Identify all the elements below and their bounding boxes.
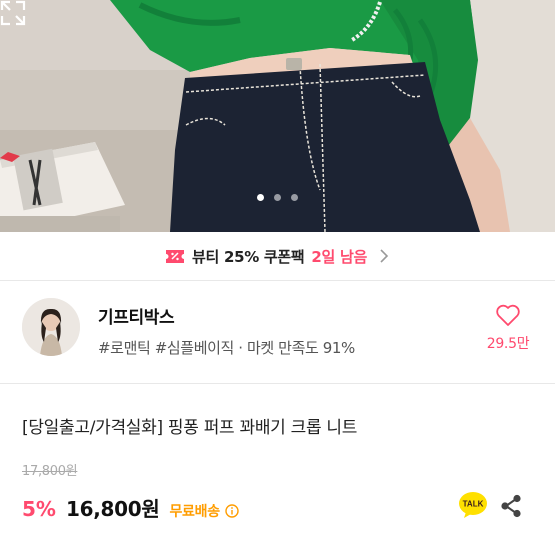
coupon-ticket-icon: [166, 249, 185, 263]
product-title: [당일출고/가격실화] 핑퐁 퍼프 꽈배기 크롭 니트: [22, 418, 358, 438]
kakaotalk-icon: TALK: [459, 492, 487, 518]
chevron-right-icon: [380, 249, 389, 263]
section-divider: [0, 383, 555, 384]
sale-price: 16,800원: [65, 497, 160, 521]
talk-button[interactable]: TALK: [458, 491, 488, 519]
product-image[interactable]: [0, 0, 555, 232]
pagination-dot[interactable]: [274, 194, 281, 201]
coupon-text: 뷰티 25% 쿠폰팩: [192, 247, 305, 266]
section-divider: [0, 280, 555, 281]
heart-icon: [496, 304, 520, 326]
shipping-label: 무료배송: [169, 504, 220, 520]
seller-name[interactable]: 기프티박스: [98, 303, 175, 328]
info-icon[interactable]: [225, 504, 239, 518]
like-count: 29.5만: [486, 336, 530, 352]
seller-tags: #로맨틱 #심플베이직 · 마켓 만족도 91%: [98, 339, 355, 357]
expand-icon[interactable]: [0, 0, 26, 26]
price-row: 5% 16,800원 무료배송: [22, 493, 239, 522]
seller-avatar-image: [22, 298, 80, 356]
share-icon[interactable]: [500, 494, 522, 518]
discount-rate: 5%: [22, 497, 56, 521]
seller-avatar[interactable]: [22, 298, 80, 356]
coupon-remaining: 2일 남음: [311, 247, 367, 266]
like-button[interactable]: 29.5만: [478, 304, 538, 353]
bottom-spacer: [0, 537, 555, 555]
gallery-pagination: [0, 194, 555, 201]
pagination-dot[interactable]: [257, 194, 264, 201]
shipping-badge[interactable]: 무료배송: [169, 501, 239, 521]
coupon-banner[interactable]: 뷰티 25% 쿠폰팩 2일 남음: [0, 232, 555, 280]
original-price: 17,800원: [22, 464, 78, 479]
talk-label: TALK: [463, 500, 484, 509]
pagination-dot[interactable]: [291, 194, 298, 201]
